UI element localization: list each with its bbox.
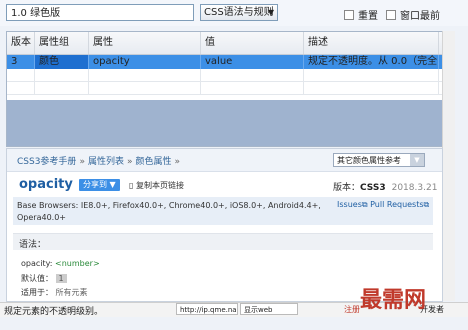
vertical-scrollbar[interactable]: [442, 31, 455, 301]
syntax-line: opacity: <number>: [21, 259, 100, 268]
copy-link[interactable]: ▯ 复制本页链接: [129, 180, 184, 191]
window-top-checkbox[interactable]: 窗口最前: [386, 7, 440, 22]
cell-property: opacity: [89, 55, 201, 69]
compat-box: Base Browsers: IE8.0+, Firefox40.0+, Chr…: [13, 197, 433, 225]
version-label: 版本：: [333, 183, 361, 193]
issues-link[interactable]: Issues: [337, 200, 362, 209]
pull-requests-link[interactable]: Pull Requests: [370, 200, 423, 209]
watermark-logo: 最需网: [360, 287, 427, 313]
version-date: 2018.3.21: [391, 183, 438, 193]
cell-version: 3: [7, 55, 35, 69]
breadcrumb: CSS3参考手册» 属性列表» 颜色属性»: [17, 157, 181, 167]
toolbar: 1.0 绿色版 CSS语法与规则 ▼ 重置 窗口最前: [0, 0, 468, 26]
syntax-heading-bar: 语法：: [13, 233, 433, 250]
property-grid: 版本 属性组 属性 值 描述 3 颜色 opacity value 规定不透明度…: [6, 31, 443, 147]
default-line: 默认值： 1: [21, 273, 67, 284]
table-row[interactable]: 3 颜色 opacity value 规定不透明度。从 0.0（完全...: [7, 55, 442, 69]
column-header-value[interactable]: 值: [201, 32, 304, 54]
mode-select-label: CSS语法与规则: [204, 7, 274, 18]
cell-group: 颜色: [35, 55, 89, 69]
doc-pane: CSS3参考手册» 属性列表» 颜色属性» 其它颜色属性参考 ▼ opacity 分…: [6, 148, 443, 302]
grid-header: 版本 属性组 属性 值 描述: [7, 32, 442, 55]
status-register-link[interactable]: 注册: [344, 304, 360, 315]
column-header-property[interactable]: 属性: [89, 32, 201, 54]
checkbox-box: [344, 9, 354, 20]
syntax-type-link[interactable]: <number>: [55, 259, 100, 268]
reset-checkbox[interactable]: 重置: [344, 7, 378, 22]
version-info: 版本：CSS3 2018.3.21: [333, 180, 437, 193]
breadcrumb-bar: CSS3参考手册» 属性列表» 颜色属性» 其它颜色属性参考 ▼: [7, 149, 442, 172]
checkbox-box: [386, 9, 396, 20]
other-ref-select[interactable]: 其它颜色属性参考 ▼: [333, 153, 425, 167]
status-description: 规定元素的不透明级别。: [4, 307, 104, 317]
copy-link-label: 复制本页链接: [135, 181, 184, 190]
title-bar: opacity 分享到 ▼ ▯ 复制本页链接 版本：CSS3 2018.3.21: [7, 175, 442, 195]
chevron-down-icon: ▼: [410, 154, 424, 166]
page-title: opacity: [19, 177, 73, 192]
app-window: 1.0 绿色版 CSS语法与规则 ▼ 重置 窗口最前 版本 属性组 属性 值 描…: [0, 0, 468, 330]
compat-text: Base Browsers: IE8.0+, Firefox40.0+, Chr…: [17, 201, 321, 222]
default-label: 默认值：: [21, 274, 53, 283]
breadcrumb-link[interactable]: 属性列表: [88, 157, 124, 167]
status-display-select[interactable]: 显示web: [240, 303, 298, 315]
status-url-field[interactable]: http://ip.qme.na: [176, 303, 238, 315]
chevron-down-icon: ▼: [267, 8, 274, 17]
column-header-group[interactable]: 属性组: [35, 32, 89, 54]
cell-value: value: [201, 55, 304, 69]
other-ref-label: 其它颜色属性参考: [337, 156, 401, 165]
reset-label: 重置: [358, 11, 378, 22]
table-row: [7, 82, 442, 95]
table-row: [7, 69, 442, 82]
applies-line: 适用于： 所有元素: [21, 287, 88, 298]
share-label: 分享到: [83, 180, 107, 189]
share-button[interactable]: 分享到 ▼: [79, 179, 120, 191]
compat-links: Issues⧉ Pull Requests⧉: [337, 200, 430, 209]
window-top-label: 窗口最前: [400, 11, 440, 22]
applies-value: 所有元素: [55, 288, 88, 297]
breadcrumb-link[interactable]: 颜色属性: [135, 157, 171, 167]
syntax-heading: 语法：: [19, 240, 47, 250]
applies-label: 适用于：: [21, 288, 53, 297]
grid-empty-area: [7, 100, 442, 146]
cell-description: 规定不透明度。从 0.0（完全...: [304, 55, 439, 69]
default-value: 1: [55, 274, 67, 283]
search-input[interactable]: 1.0 绿色版: [6, 4, 194, 21]
syntax-prop: opacity:: [21, 259, 53, 268]
column-header-description[interactable]: 描述: [304, 32, 439, 54]
column-header-version[interactable]: 版本: [7, 32, 35, 54]
breadcrumb-link[interactable]: CSS3参考手册: [17, 157, 76, 167]
version-value: CSS3: [360, 183, 386, 193]
mode-select[interactable]: CSS语法与规则 ▼: [200, 4, 278, 21]
